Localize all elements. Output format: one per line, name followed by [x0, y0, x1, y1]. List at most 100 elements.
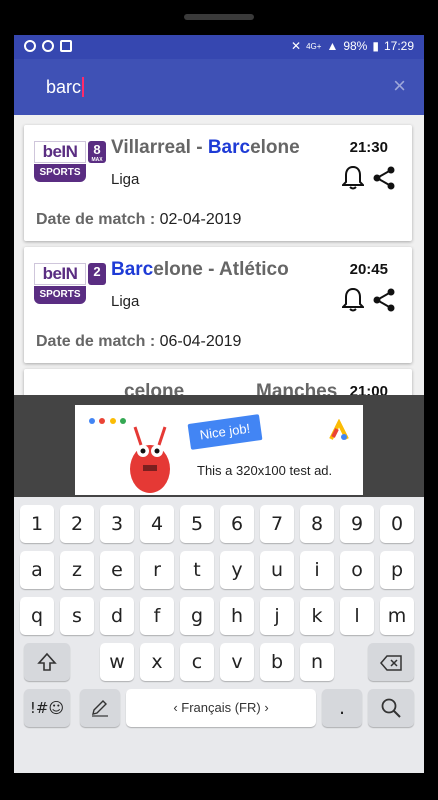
- battery-percent: 98%: [343, 39, 368, 53]
- key-5[interactable]: 5: [180, 505, 214, 543]
- key-h[interactable]: h: [220, 597, 254, 635]
- screen: ✕ 4G+ ▲ 98% ▮ 17:29 barc × beIN SPORTS 8…: [14, 35, 424, 773]
- channel-logo-bottom: SPORTS: [34, 286, 86, 304]
- match-card[interactable]: beIN SPORTS 2 Barcelone - Atlético Liga …: [24, 247, 412, 363]
- key-z[interactable]: z: [60, 551, 94, 589]
- key-q[interactable]: q: [20, 597, 54, 635]
- key-1[interactable]: 1: [20, 505, 54, 543]
- channel-logo-bottom: SPORTS: [34, 164, 86, 182]
- key-s[interactable]: s: [60, 597, 94, 635]
- backspace-key[interactable]: [368, 643, 414, 681]
- battery-icon: ▮: [372, 39, 379, 53]
- key-d[interactable]: d: [100, 597, 134, 635]
- key-o[interactable]: o: [340, 551, 374, 589]
- key-b[interactable]: b: [260, 643, 294, 681]
- settings-icon: [42, 40, 54, 52]
- key-0[interactable]: 0: [380, 505, 414, 543]
- handwriting-key[interactable]: [80, 689, 120, 727]
- ad-content[interactable]: Nice job! This a 320x100 test ad.: [75, 405, 363, 495]
- key-9[interactable]: 9: [340, 505, 374, 543]
- key-n[interactable]: n: [300, 643, 334, 681]
- phone-bottom-bezel: [0, 776, 438, 800]
- match-date: Date de match : 06-04-2019: [36, 333, 242, 350]
- key-l[interactable]: l: [340, 597, 374, 635]
- key-x[interactable]: x: [140, 643, 174, 681]
- key-8[interactable]: 8: [300, 505, 334, 543]
- space-key[interactable]: ‹ Français (FR) ›: [126, 689, 316, 727]
- key-j[interactable]: j: [260, 597, 294, 635]
- channel-logo: beIN SPORTS 2: [34, 263, 106, 309]
- key-y[interactable]: y: [220, 551, 254, 589]
- key-v[interactable]: v: [220, 643, 254, 681]
- keyboard: 1 2 3 4 5 6 7 8 9 0 a z e r t y u i o p …: [14, 497, 424, 773]
- key-a[interactable]: a: [20, 551, 54, 589]
- mascot-icon: [130, 426, 170, 493]
- download-icon: [60, 40, 72, 52]
- match-league: Liga: [111, 293, 140, 310]
- key-6[interactable]: 6: [220, 505, 254, 543]
- shift-key[interactable]: [24, 643, 70, 681]
- match-teams-right: Manches: [256, 381, 338, 395]
- phone-frame: ✕ 4G+ ▲ 98% ▮ 17:29 barc × beIN SPORTS 8…: [0, 0, 438, 800]
- pen-icon: [92, 700, 108, 717]
- period-key[interactable]: .: [322, 689, 362, 727]
- ad-logo-icon: [329, 419, 349, 440]
- match-teams: celone: [124, 381, 185, 395]
- bell-icon[interactable]: [342, 287, 364, 313]
- match-card[interactable]: celone Manches 21:00: [24, 369, 412, 395]
- key-w[interactable]: w: [100, 643, 134, 681]
- share-icon[interactable]: [372, 165, 396, 191]
- channel-number: 2: [88, 263, 106, 285]
- bell-icon[interactable]: [342, 165, 364, 191]
- match-time: 20:45: [349, 261, 388, 278]
- signal-icon: ▲: [326, 39, 339, 53]
- key-r[interactable]: r: [140, 551, 174, 589]
- ad-flag: Nice job!: [187, 414, 263, 450]
- speaker-grille: [184, 14, 254, 20]
- search-bar: barc ×: [14, 59, 424, 115]
- channel-logo: beIN SPORTS 8 MAX: [34, 141, 106, 187]
- search-query: barc: [46, 77, 82, 97]
- match-date: Date de match : 02-04-2019: [36, 211, 242, 228]
- match-league: Liga: [111, 171, 140, 188]
- symbols-key[interactable]: !#☺: [24, 689, 70, 727]
- mute-icon: ✕: [291, 39, 302, 53]
- channel-logo-top: beIN: [34, 263, 86, 285]
- key-e[interactable]: e: [100, 551, 134, 589]
- text-caret: [82, 77, 85, 97]
- key-2[interactable]: 2: [60, 505, 94, 543]
- ad-text: This a 320x100 test ad.: [197, 463, 333, 478]
- status-bar: ✕ 4G+ ▲ 98% ▮ 17:29: [14, 35, 424, 59]
- key-p[interactable]: p: [380, 551, 414, 589]
- key-3[interactable]: 3: [100, 505, 134, 543]
- search-input[interactable]: barc: [46, 77, 85, 98]
- ad-banner[interactable]: Nice job! This a 320x100 test ad.: [14, 395, 424, 497]
- key-4[interactable]: 4: [140, 505, 174, 543]
- close-icon[interactable]: ×: [393, 73, 406, 99]
- match-teams: Villarreal - Barcelone: [111, 137, 300, 158]
- key-g[interactable]: g: [180, 597, 214, 635]
- channel-logo-top: beIN: [34, 141, 86, 163]
- search-icon: [381, 698, 401, 718]
- clock: 17:29: [383, 39, 414, 53]
- match-list[interactable]: beIN SPORTS 8 MAX Villarreal - Barcelone …: [14, 115, 424, 395]
- key-u[interactable]: u: [260, 551, 294, 589]
- key-c[interactable]: c: [180, 643, 214, 681]
- key-t[interactable]: t: [180, 551, 214, 589]
- search-key[interactable]: [368, 689, 414, 727]
- match-time: 21:30: [349, 139, 388, 156]
- backspace-icon: [380, 655, 402, 671]
- key-i[interactable]: i: [300, 551, 334, 589]
- match-teams: Barcelone - Atlético: [111, 259, 289, 280]
- match-card[interactable]: beIN SPORTS 8 MAX Villarreal - Barcelone …: [24, 125, 412, 241]
- match-time: 21:00: [349, 383, 388, 395]
- key-k[interactable]: k: [300, 597, 334, 635]
- network-type: 4G+: [306, 41, 322, 51]
- key-m[interactable]: m: [380, 597, 414, 635]
- channel-number: 8 MAX: [88, 141, 106, 163]
- share-icon[interactable]: [372, 287, 396, 313]
- key-7[interactable]: 7: [260, 505, 294, 543]
- shift-icon: [37, 652, 57, 671]
- google-dots: [89, 411, 129, 424]
- key-f[interactable]: f: [140, 597, 174, 635]
